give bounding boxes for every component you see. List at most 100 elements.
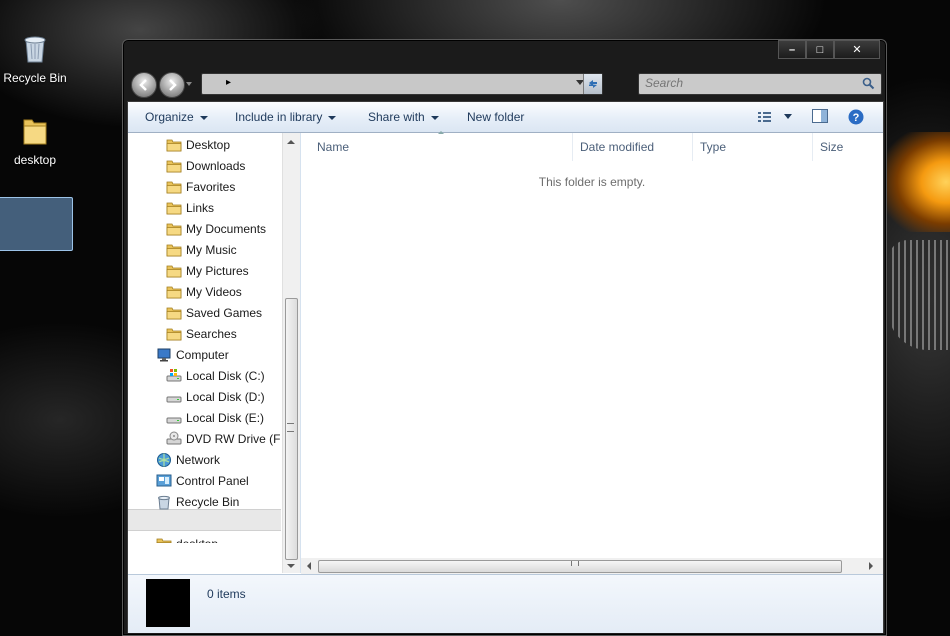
- tree-item-label: desktop: [176, 537, 218, 543]
- tree-item-desktop[interactable]: Desktop: [166, 135, 230, 155]
- empty-folder-message: This folder is empty.: [538, 175, 646, 189]
- scroll-left-arrow-icon[interactable]: [307, 562, 311, 570]
- downloads-folder-icon: [166, 158, 182, 174]
- scrollbar-thumb[interactable]: [318, 560, 842, 573]
- control-panel-icon: [156, 473, 172, 489]
- preview-pane-icon: [812, 109, 828, 123]
- tree-item-label: Local Disk (D:): [186, 390, 265, 404]
- help-icon: ?: [848, 109, 864, 125]
- tree-item-local-disk-d[interactable]: Local Disk (D:): [166, 387, 265, 407]
- scroll-down-arrow-icon[interactable]: [287, 564, 295, 568]
- recent-pages-dropdown-icon[interactable]: [185, 80, 193, 88]
- links-folder-icon: [166, 200, 182, 216]
- tree-item-downloads[interactable]: Downloads: [166, 156, 245, 176]
- maximize-button[interactable]: □: [806, 40, 834, 59]
- address-path-arrow[interactable]: ▸: [226, 77, 231, 88]
- change-view-button[interactable]: [757, 111, 797, 126]
- scroll-right-arrow-icon[interactable]: [869, 562, 873, 570]
- navigation-bar: ▸: [131, 71, 882, 98]
- pictures-folder-icon: [166, 263, 182, 279]
- searches-folder-icon: [166, 326, 182, 342]
- include-in-library-label: Include in library: [235, 110, 323, 124]
- sort-ascending-icon: [438, 131, 444, 134]
- forward-button[interactable]: [159, 72, 185, 98]
- tree-item-label: My Documents: [186, 222, 267, 236]
- music-folder-icon: [166, 242, 182, 258]
- tree-item-local-disk-c[interactable]: Local Disk (C:): [166, 366, 265, 386]
- refresh-icon: [589, 80, 597, 88]
- column-header-name[interactable]: Name: [301, 133, 573, 161]
- tree-item-label: My Music: [186, 243, 237, 257]
- tree-item-dvd-rw-drive-f[interactable]: DVD RW Drive (F:): [166, 429, 280, 449]
- desktop-icon-desktop-folder[interactable]: desktop: [0, 116, 70, 167]
- column-header-size[interactable]: Size: [813, 133, 883, 161]
- new-folder-button[interactable]: New folder: [467, 110, 524, 124]
- tree-item-label: Saved Games: [186, 306, 263, 320]
- wallpaper-grille: [888, 240, 950, 350]
- tree-item-my-documents[interactable]: My Documents: [166, 219, 266, 239]
- back-arrow-icon: [139, 79, 147, 91]
- blank-icon: [156, 515, 172, 531]
- tree-item-label: Favorites: [186, 180, 236, 194]
- tree-item-saved-games[interactable]: Saved Games: [166, 303, 262, 323]
- wallpaper-headlight: [886, 132, 950, 232]
- tree-item-my-music[interactable]: My Music: [166, 240, 237, 260]
- tree-item-label: Recycle Bin: [176, 495, 240, 509]
- explorer-window[interactable]: – □ ✕ ▸ Search Organize Include in libra…: [122, 39, 887, 636]
- tree-item-links[interactable]: Links: [166, 198, 214, 218]
- column-header-date-modified[interactable]: Date modified: [573, 133, 693, 161]
- address-bar[interactable]: ▸: [201, 73, 603, 95]
- tree-item-my-pictures[interactable]: My Pictures: [166, 261, 249, 281]
- tree-item-my-videos[interactable]: My Videos: [166, 282, 242, 302]
- scroll-up-arrow-icon[interactable]: [287, 140, 295, 144]
- drive-icon: [166, 410, 182, 426]
- share-with-button[interactable]: Share with: [368, 110, 439, 124]
- tree-item-computer[interactable]: Computer: [156, 345, 229, 365]
- tree-item-local-disk-e[interactable]: Local Disk (E:): [166, 408, 264, 428]
- system-drive-icon: [166, 368, 182, 384]
- saved-games-folder-icon: [166, 305, 182, 321]
- tree-item-favorites[interactable]: Favorites: [166, 177, 235, 197]
- tree-item-control-panel[interactable]: Control Panel: [156, 471, 249, 491]
- desktop-icon-recycle-bin[interactable]: Recycle Bin: [0, 34, 70, 85]
- tree-item-desktop[interactable]: desktop: [156, 534, 218, 543]
- maximize-icon: □: [816, 43, 824, 56]
- navigation-pane: Desktop Downloads Favorites Links My Documen…: [128, 133, 300, 543]
- file-list-pane[interactable]: Name Date modified Type Size This folder…: [301, 131, 883, 573]
- details-pane: 0 items: [128, 574, 883, 633]
- refresh-button[interactable]: [583, 74, 602, 94]
- favorites-folder-icon: [166, 179, 182, 195]
- tree-selection-highlight: [128, 509, 281, 531]
- tree-item-label: Searches: [186, 327, 237, 341]
- close-button[interactable]: ✕: [834, 40, 880, 59]
- column-header-type[interactable]: Type: [693, 133, 813, 161]
- file-list-horizontal-scrollbar[interactable]: [301, 558, 883, 574]
- tree-item-label: Downloads: [186, 159, 246, 173]
- recycle-bin-icon: [156, 494, 172, 510]
- desktop-icon-label: Recycle Bin: [3, 71, 67, 85]
- tree-item-recycle-bin[interactable]: Recycle Bin: [156, 492, 239, 512]
- tree-item-label: Desktop: [186, 138, 231, 152]
- help-button[interactable]: ?: [848, 109, 864, 128]
- minimize-button[interactable]: –: [778, 40, 806, 59]
- command-bar: Organize Include in library Share with N…: [128, 102, 883, 133]
- dvd-drive-icon: [166, 431, 182, 447]
- explorer-content: Organize Include in library Share with N…: [127, 101, 884, 633]
- search-box[interactable]: [638, 73, 882, 95]
- search-icon[interactable]: [862, 77, 875, 90]
- recycle-bin-icon: [0, 34, 70, 67]
- back-button[interactable]: [131, 72, 157, 98]
- tree-item-blank[interactable]: [156, 513, 176, 533]
- svg-text:?: ?: [853, 112, 860, 124]
- minimize-icon: –: [788, 43, 796, 56]
- include-in-library-button[interactable]: Include in library: [235, 110, 337, 124]
- search-input[interactable]: [639, 74, 845, 92]
- folder-thumbnail: [146, 579, 190, 627]
- tree-item-network[interactable]: Network: [156, 450, 220, 470]
- tree-item-searches[interactable]: Searches: [166, 324, 237, 344]
- preview-pane-button[interactable]: [812, 109, 828, 126]
- organize-button[interactable]: Organize: [145, 110, 208, 124]
- scrollbar-grip-icon: [287, 423, 294, 432]
- navigation-pane-scrollbar[interactable]: [282, 133, 300, 573]
- folder-icon: [156, 536, 172, 543]
